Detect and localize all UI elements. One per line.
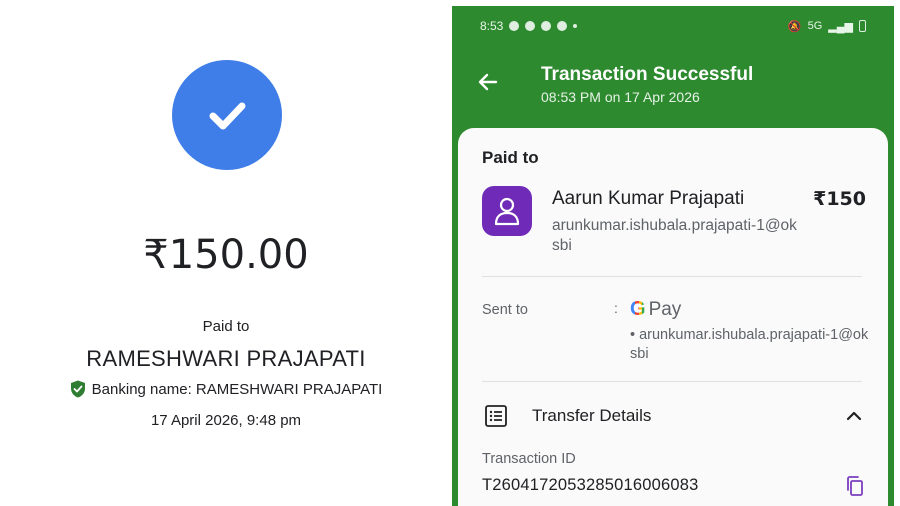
transaction-details-card: Paid to Aarun Kumar Prajapati ₹150 arunk… [458,128,888,506]
divider [482,381,862,382]
payment-receipt-panel: ₹150.00 Paid to RAMESHWARI PRAJAPATI Ban… [0,0,452,506]
chevron-up-icon[interactable] [844,406,864,426]
transaction-datetime: 08:53 PM on 17 Apr 2026 [541,89,700,105]
back-button[interactable] [474,68,502,96]
notification-icon [557,21,568,31]
status-time: 8:53 [480,19,504,33]
payment-amount: ₹150.00 [143,232,309,278]
recipient-upi-id: arunkumar.ishubala.prajapati-1@oksbi [552,217,797,254]
page-title: Transaction Successful [541,64,754,85]
more-notifications-icon [573,24,578,28]
snapchat-icon [525,21,536,31]
transfer-details-label[interactable]: Transfer Details [532,406,651,426]
signal-icon: ▂▄▆ [828,20,853,33]
avatar [482,186,532,236]
google-g-icon: G [630,298,646,320]
network-type: 5G [807,20,823,32]
recipient-amount: ₹150 [813,188,866,210]
sent-to-colon: : [614,300,618,316]
transaction-id: T2604172053285016006083 [482,476,699,494]
receipt-list-icon [485,405,507,427]
transaction-id-label: Transaction ID [482,451,576,467]
gpay-pay-text: Pay [648,298,682,320]
paid-to-label: Paid to [202,318,250,335]
divider [482,276,862,277]
recipient-name: Aarun Kumar Prajapati [552,188,745,209]
mute-icon: 🔕 [787,20,802,33]
banking-name: Banking name: RAMESHWARI PRAJAPATI [91,380,383,398]
banking-name-row: Banking name: RAMESHWARI PRAJAPATI [0,380,452,398]
success-check-badge [172,60,282,170]
status-bar: 8:53 🔕 5G ▂▄▆ [452,6,894,46]
check-icon [209,102,246,130]
person-icon [494,197,520,226]
sent-to-label: Sent to [482,302,528,318]
shield-check-icon [70,380,85,398]
copy-icon[interactable] [844,475,866,497]
arrow-left-icon [478,73,498,91]
sent-to-upi-id: • arunkumar.ishubala.prajapati-1@oksbi [630,327,869,362]
gpay-logo: G Pay [630,298,681,321]
app-bar: Transaction Successful 08:53 PM on 17 Ap… [452,46,894,116]
whatsapp-icon [509,21,520,31]
paid-to-heading: Paid to [482,148,539,167]
battery-icon [859,20,866,32]
payment-datetime: 17 April 2026, 9:48 pm [150,412,302,429]
chat-icon [541,21,552,31]
transaction-screen: 8:53 🔕 5G ▂▄▆ Transaction Successful 08:… [452,6,894,506]
payee-name: RAMESHWARI PRAJAPATI [86,346,366,371]
